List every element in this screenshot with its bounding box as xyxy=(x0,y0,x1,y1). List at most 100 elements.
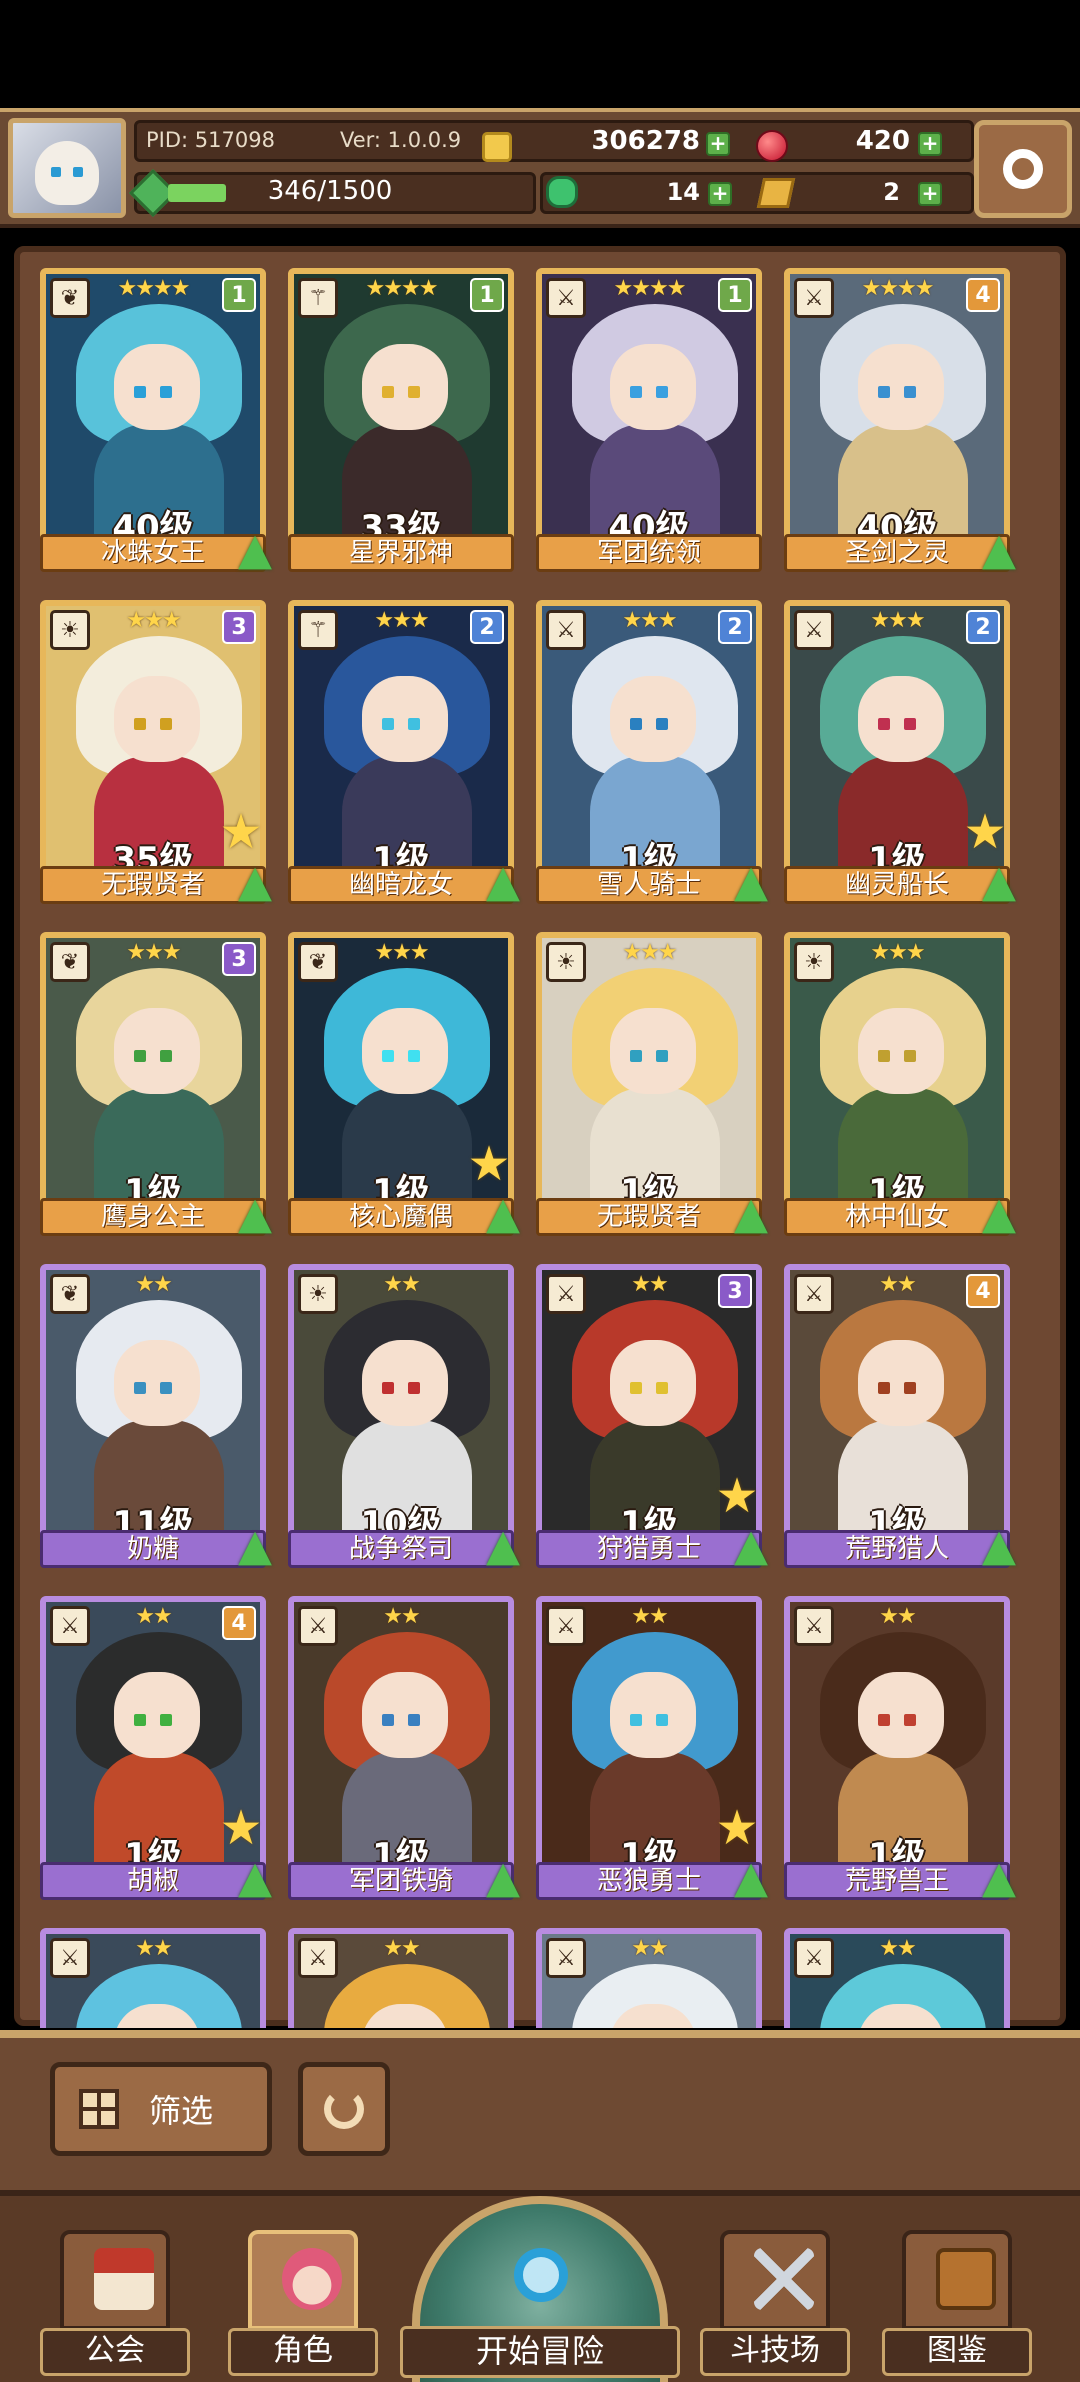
filter-button[interactable]: 筛选 xyxy=(50,2062,272,2156)
portrait-face xyxy=(858,676,944,762)
card-frame: ⚔ ★★ 1级 xyxy=(288,1596,514,1898)
level-up-arrow-icon: ▲ xyxy=(238,524,272,575)
add-clover-button[interactable]: + xyxy=(708,182,732,206)
character-card[interactable]: ⚔ ★★ 4 1级 荒野猎人 ▲ xyxy=(784,1264,1016,1582)
level-up-arrow-icon: ▲ xyxy=(486,856,520,907)
nav-characters[interactable]: 角色 xyxy=(228,2230,378,2380)
character-card[interactable]: ⚔ ★★★ 2 1级 雪人骑士 ▲ xyxy=(536,600,768,918)
character-card[interactable]: ⚚ ★★★ 2 1级 幽暗龙女 ▲ xyxy=(288,600,520,918)
star-upgrade-icon: ★ xyxy=(219,804,263,860)
character-name: 星界邪神 xyxy=(288,534,514,572)
character-card[interactable]: ☀ ★★★ 1级 林中仙女 ▲ xyxy=(784,932,1016,1250)
grid-icon xyxy=(79,2089,119,2129)
character-card[interactable]: ⚔ ★★ 1级 军团铁骑 ▲ xyxy=(288,1596,520,1914)
character-card[interactable]: ☀ ★★ 10级 战争祭司 ▲ xyxy=(288,1264,520,1582)
character-card[interactable]: ⚔ ★★ xyxy=(784,1928,1010,2028)
card-frame: ☀ ★★ 10级 xyxy=(288,1264,514,1566)
rank-badge: 2 xyxy=(470,610,504,644)
crossed-swords-icon xyxy=(754,2248,814,2310)
character-card[interactable]: ⚔ ★★ xyxy=(40,1928,266,2028)
portrait-eye xyxy=(382,386,394,398)
portrait-eye xyxy=(408,1050,420,1062)
character-card[interactable]: ⚔ ★★★ 2 1级 幽灵船长 ★ ▲ xyxy=(784,600,1016,918)
portrait-eye xyxy=(656,718,668,730)
character-card[interactable]: ⚔ ★★ 3 1级 狩猎勇士 ★ ▲ xyxy=(536,1264,768,1582)
portrait-face xyxy=(114,344,200,430)
settings-button[interactable] xyxy=(974,120,1072,218)
character-card[interactable]: ☀ ★★★ 3 35级 无瑕贤者 ★ ▲ xyxy=(40,600,272,918)
player-id: PID: 517098 xyxy=(146,128,275,152)
player-avatar[interactable] xyxy=(8,118,126,218)
character-card[interactable]: ⚚ ★★★★ 1 33级 星界邪神 xyxy=(288,268,514,586)
character-card[interactable]: ⚔ ★★ 4 1级 胡椒 ★ ▲ xyxy=(40,1596,272,1914)
portrait-eye xyxy=(160,1050,172,1062)
portrait-eye xyxy=(656,386,668,398)
portrait-face xyxy=(610,1672,696,1758)
portrait-eye xyxy=(134,1714,146,1726)
portrait-eye xyxy=(134,386,146,398)
level-up-arrow-icon: ▲ xyxy=(734,1852,768,1903)
portrait-eye xyxy=(656,1382,668,1394)
gear-icon xyxy=(1003,149,1043,189)
refresh-button[interactable] xyxy=(298,2062,390,2156)
level-up-arrow-icon: ▲ xyxy=(734,856,768,907)
character-card[interactable]: ⚔ ★★ xyxy=(288,1928,514,2028)
character-card[interactable]: ⚔ ★★ 1级 荒野兽王 ▲ xyxy=(784,1596,1016,1914)
character-card[interactable]: ❦ ★★★ 3 1级 鹰身公主 ▲ xyxy=(40,932,272,1250)
character-card[interactable]: ⚔ ★★ xyxy=(536,1928,762,2028)
card-frame: ☀ ★★★ 1级 xyxy=(536,932,762,1234)
start-adventure-button[interactable]: 开始冒险 xyxy=(400,2196,680,2382)
character-grid: ❦ ★★★★ 1 40级 冰蛛女王 ▲ ⚚ ★★★★ 1 33级 星界邪神 ⚔ ★★★★ 1 40级 军团统领… xyxy=(40,268,1040,2028)
character-card[interactable]: ⚔ ★★★★ 1 40级 军团统领 xyxy=(536,268,762,586)
character-card[interactable]: ❦ ★★ 11级 奶糖 ▲ xyxy=(40,1264,272,1582)
level-up-arrow-icon: ▲ xyxy=(238,1188,272,1239)
star-rating: ★★ xyxy=(383,1604,420,1629)
card-frame: ⚔ ★★★★ 4 40级 xyxy=(784,268,1010,570)
star-rating: ★★ xyxy=(135,1272,172,1297)
character-card[interactable]: ⚔ ★★ 1级 恶狼勇士 ★ ▲ xyxy=(536,1596,768,1914)
nav-guild[interactable]: 公会 xyxy=(40,2230,190,2380)
character-card[interactable]: ❦ ★★★★ 1 40级 冰蛛女王 ▲ xyxy=(40,268,272,586)
game-version: Ver: 1.0.0.9 xyxy=(340,128,462,152)
card-frame: ❦ ★★★ 3 1级 xyxy=(40,932,266,1234)
exp-value: 346/1500 xyxy=(267,176,393,206)
rank-badge: 1 xyxy=(470,278,504,312)
portrait-face xyxy=(858,1008,944,1094)
card-frame: ⚔ ★★ xyxy=(40,1928,266,2028)
portrait-eye xyxy=(878,1714,890,1726)
portrait-eye xyxy=(878,1382,890,1394)
gold-amount: 306278 xyxy=(591,126,700,156)
level-up-arrow-icon: ▲ xyxy=(486,1852,520,1903)
character-name: 军团统领 xyxy=(536,534,762,572)
level-up-arrow-icon: ▲ xyxy=(982,1520,1016,1571)
portrait-face xyxy=(114,1340,200,1426)
add-gems-button[interactable]: + xyxy=(918,132,942,156)
add-ticket-button[interactable]: + xyxy=(918,182,942,206)
character-card[interactable]: ⚔ ★★★★ 4 40级 圣剑之灵 ▲ xyxy=(784,268,1016,586)
character-card[interactable]: ☀ ★★★ 1级 无瑕贤者 ▲ xyxy=(536,932,768,1250)
star-rating: ★★ xyxy=(135,1936,172,1961)
card-frame: ⚔ ★★ 1级 xyxy=(784,1596,1010,1898)
character-card[interactable]: ❦ ★★★ 1级 核心魔偶 ★ ▲ xyxy=(288,932,520,1250)
portrait-face xyxy=(362,1672,448,1758)
level-up-arrow-icon: ▲ xyxy=(982,1188,1016,1239)
star-rating: ★★ xyxy=(631,1936,668,1961)
portrait-eye xyxy=(160,1714,172,1726)
portrait-eye xyxy=(656,1050,668,1062)
level-up-arrow-icon: ▲ xyxy=(238,1520,272,1571)
add-gold-button[interactable]: + xyxy=(706,132,730,156)
card-frame: ❦ ★★★★ 1 40级 xyxy=(40,268,266,570)
card-frame: ⚔ ★★ xyxy=(784,1928,1010,2028)
portrait-eye xyxy=(408,1714,420,1726)
star-rating: ★★★ xyxy=(374,940,429,965)
filter-label: 筛选 xyxy=(149,2092,214,2130)
nav-codex[interactable]: 图鉴 xyxy=(882,2230,1032,2380)
nav-codex-label: 图鉴 xyxy=(882,2328,1032,2376)
card-frame: ❦ ★★ 11级 xyxy=(40,1264,266,1566)
portrait-face xyxy=(114,676,200,762)
guild-hall-icon xyxy=(94,2248,154,2310)
nav-arena[interactable]: 斗技场 xyxy=(700,2230,850,2380)
gold-coin-icon xyxy=(482,132,512,162)
portrait-face xyxy=(610,344,696,430)
portrait-eye xyxy=(382,718,394,730)
